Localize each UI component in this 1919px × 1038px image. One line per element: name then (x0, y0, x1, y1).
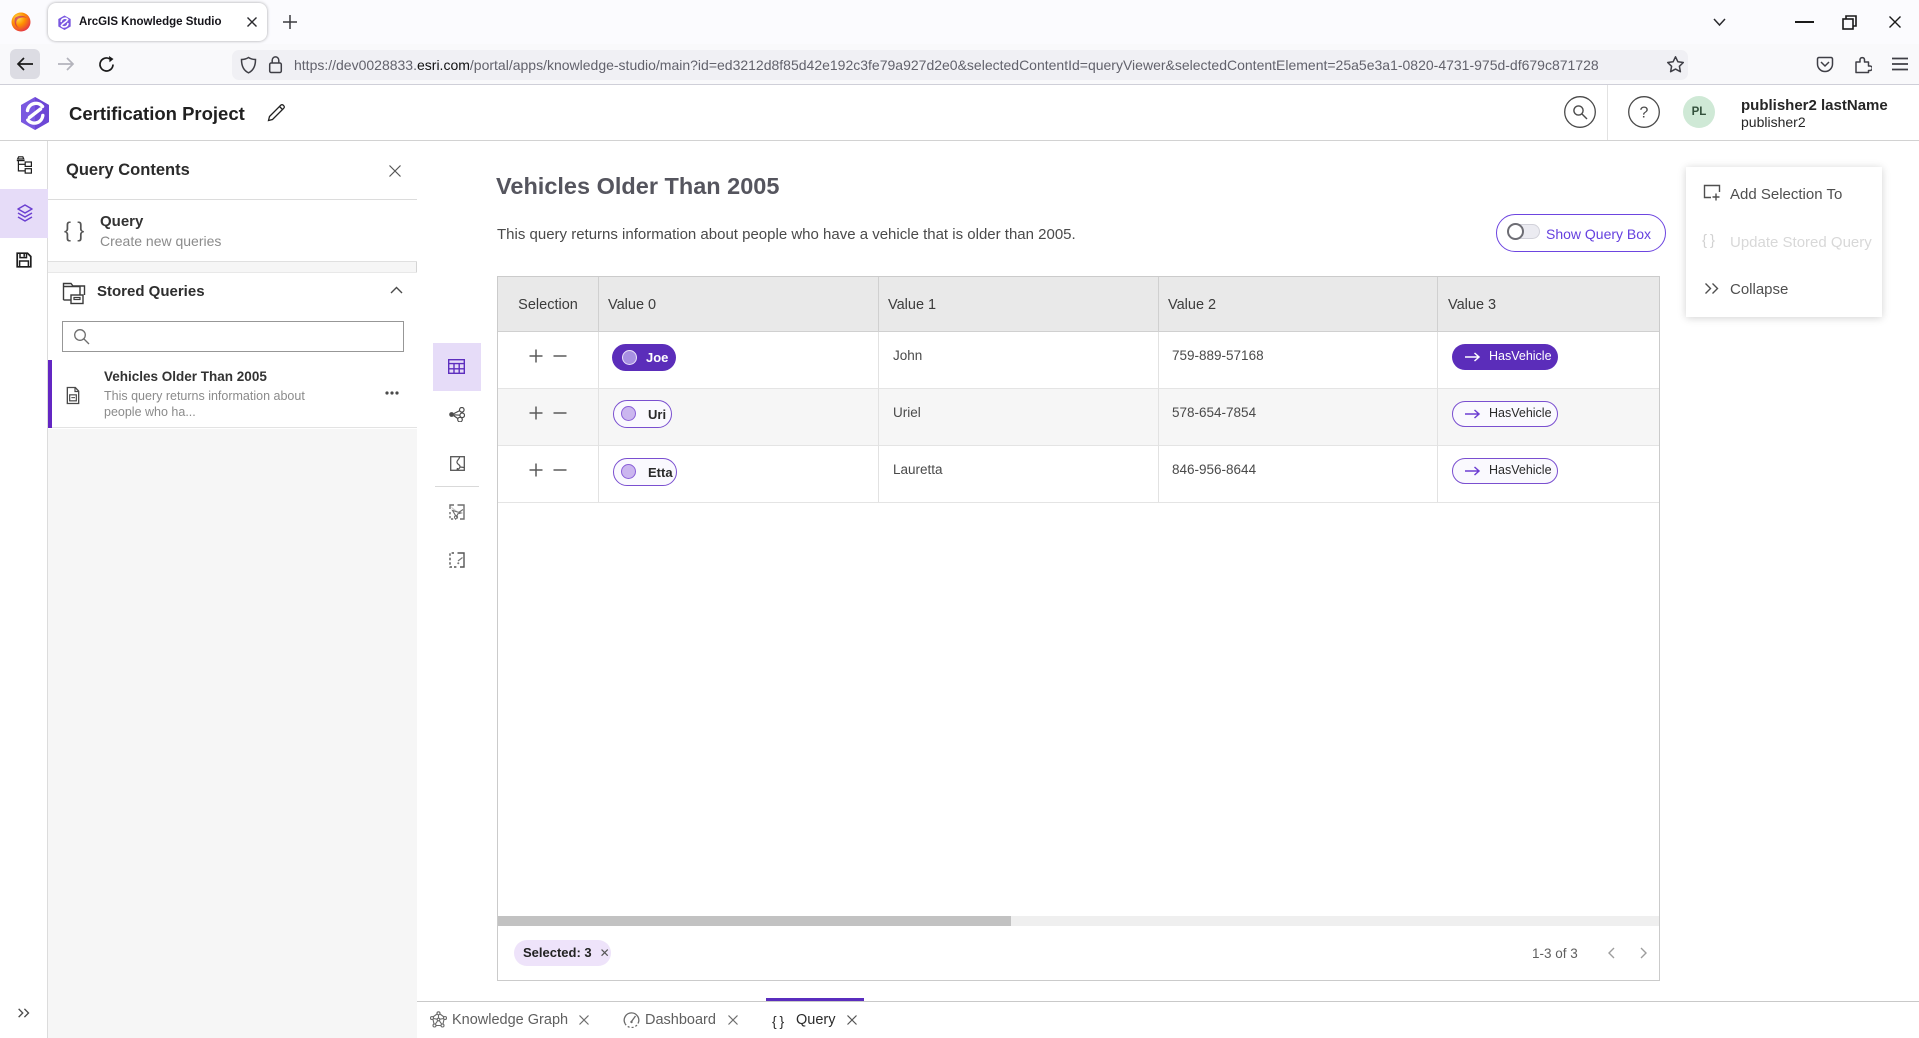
svg-text:?: ? (1640, 105, 1649, 122)
